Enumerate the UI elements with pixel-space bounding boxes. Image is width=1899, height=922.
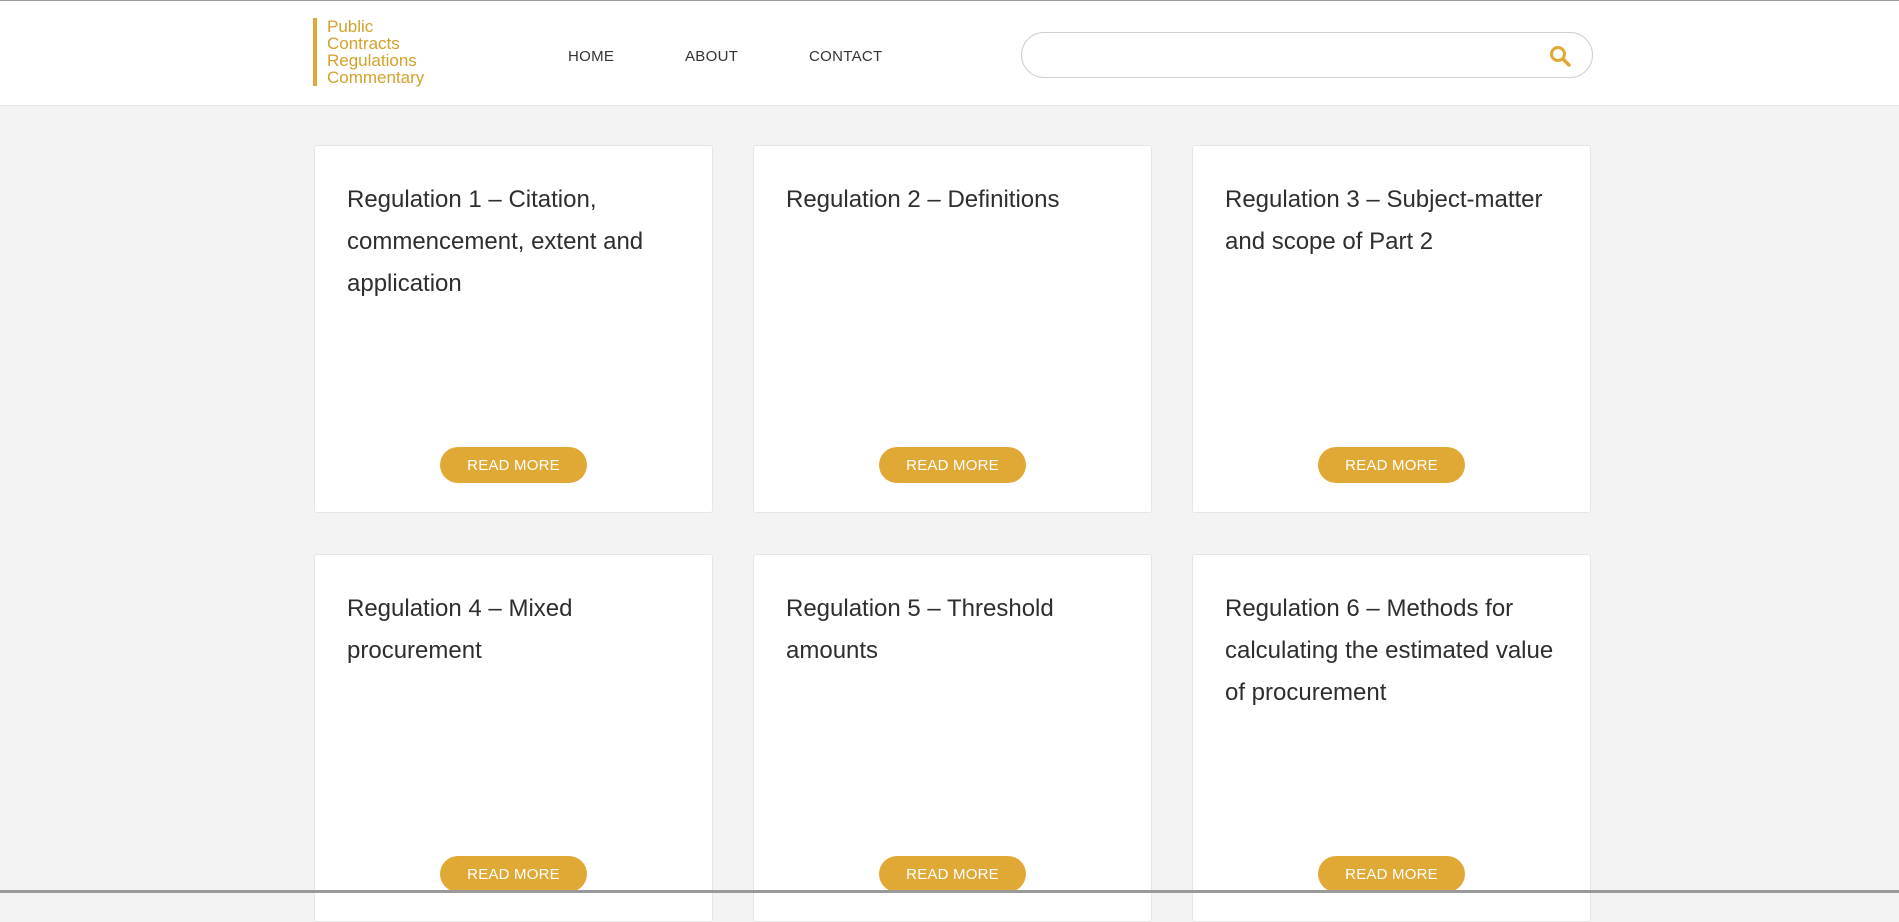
site-logo[interactable]: Public Contracts Regulations Commentary	[313, 18, 424, 86]
regulation-card: Regulation 3 – Subject-matter and scope …	[1192, 145, 1591, 513]
regulation-card: Regulation 5 – Threshold amounts READ MO…	[753, 554, 1152, 922]
read-more-button[interactable]: READ MORE	[1318, 856, 1465, 892]
site-header: Public Contracts Regulations Commentary …	[0, 1, 1899, 106]
nav-contact[interactable]: CONTACT	[809, 48, 882, 65]
card-title[interactable]: Regulation 2 – Definitions	[786, 179, 1131, 221]
nav-home[interactable]: HOME	[568, 48, 614, 65]
card-title[interactable]: Regulation 3 – Subject-matter and scope …	[1225, 179, 1570, 263]
search-input[interactable]	[1042, 41, 1526, 69]
regulation-card: Regulation 1 – Citation, commencement, e…	[314, 145, 713, 513]
card-title[interactable]: Regulation 4 – Mixed procurement	[347, 588, 692, 672]
regulation-card: Regulation 2 – Definitions READ MORE	[753, 145, 1152, 513]
card-title[interactable]: Regulation 6 – Methods for calculating t…	[1225, 588, 1570, 714]
search-box	[1021, 32, 1593, 78]
logo-line: Commentary	[327, 68, 425, 87]
card-title[interactable]: Regulation 1 – Citation, commencement, e…	[347, 179, 692, 305]
logo-line: Public	[327, 17, 374, 36]
nav-about[interactable]: ABOUT	[685, 48, 738, 65]
read-more-button[interactable]: READ MORE	[1318, 447, 1465, 483]
read-more-button[interactable]: READ MORE	[440, 856, 587, 892]
regulation-card: Regulation 4 – Mixed procurement READ MO…	[314, 554, 713, 922]
regulation-card: Regulation 6 – Methods for calculating t…	[1192, 554, 1591, 922]
read-more-button[interactable]: READ MORE	[879, 856, 1026, 892]
search-icon[interactable]	[1548, 44, 1572, 68]
read-more-button[interactable]: READ MORE	[879, 447, 1026, 483]
read-more-button[interactable]: READ MORE	[440, 447, 587, 483]
card-title[interactable]: Regulation 5 – Threshold amounts	[786, 588, 1131, 672]
logo-line: Contracts	[327, 34, 400, 53]
logo-line: Regulations	[327, 51, 417, 70]
